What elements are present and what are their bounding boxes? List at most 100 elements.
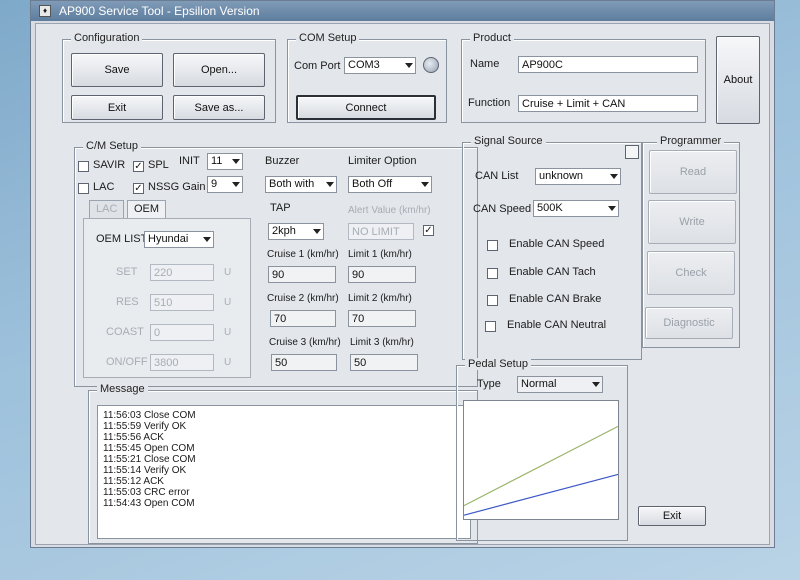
read-button[interactable]: Read (649, 150, 737, 194)
open-button[interactable]: Open... (173, 53, 265, 87)
save-button[interactable]: Save (71, 53, 163, 87)
check-button[interactable]: Check (647, 251, 735, 295)
com-port-label: Com Port (294, 60, 341, 72)
savir-checkbox[interactable] (78, 161, 89, 172)
app-icon[interactable]: ♦ (39, 5, 51, 17)
message-line: 11:54:43 Open COM (103, 498, 195, 509)
message-line: 11:56:03 Close COM (103, 410, 196, 421)
product-name-field[interactable] (518, 56, 698, 73)
message-log[interactable]: 11:56:03 Close COM 11:55:59 Verify OK 11… (97, 405, 471, 539)
com-port-value: COM3 (348, 59, 380, 71)
save-as-button[interactable]: Save as... (173, 95, 265, 120)
app-window: ♦ AP900 Service Tool - Epsilion Version … (30, 0, 775, 548)
buzzer-label: Buzzer (265, 155, 300, 167)
pedal-setup-legend: Pedal Setup (465, 358, 531, 370)
tap-value: 2kph (272, 225, 296, 237)
chevron-down-icon (405, 63, 413, 68)
pedal-type-label: Type (477, 378, 501, 390)
pedal-setup-group: Pedal Setup Type Normal (456, 358, 628, 541)
alert-value-field[interactable] (348, 223, 414, 240)
chevron-down-icon (232, 182, 240, 187)
nssg-gain-select[interactable]: 9 (207, 176, 243, 193)
limit-2-field[interactable] (348, 310, 416, 327)
lac-label: LAC (93, 181, 115, 193)
signal-source-legend: Signal Source (471, 135, 546, 147)
title-bar[interactable]: ♦ AP900 Service Tool - Epsilion Version (31, 1, 774, 21)
oem-list-value: Hyundai (148, 233, 189, 245)
com-setup-legend: COM Setup (296, 32, 360, 44)
pedal-type-value: Normal (521, 378, 557, 390)
enable-can-tach-checkbox[interactable] (487, 268, 498, 279)
limit-1-field[interactable] (348, 266, 416, 283)
product-function-label: Function (468, 97, 511, 109)
limiter-option-value: Both Off (352, 178, 393, 190)
pedal-type-select[interactable]: Normal (517, 376, 603, 393)
cruise-1-label: Cruise 1 (km/hr) (267, 249, 339, 260)
exit-config-button[interactable]: Exit (71, 95, 163, 120)
res-field[interactable] (150, 294, 214, 311)
message-legend: Message (97, 383, 148, 395)
client-area: Configuration Save Open... Exit Save as.… (35, 23, 770, 545)
com-setup-group: COM Setup Com Port COM3 Connect (287, 32, 447, 123)
message-line: 11:55:14 Verify OK (103, 465, 187, 476)
alert-value-label: Alert Value (km/hr) (348, 205, 431, 216)
enable-can-brake-label: Enable CAN Brake (509, 293, 602, 305)
limiter-option-label: Limiter Option (348, 155, 417, 167)
spl-checkbox[interactable]: ✓ (133, 161, 144, 172)
enable-can-speed-checkbox[interactable] (487, 240, 498, 251)
chevron-down-icon (313, 229, 321, 234)
chevron-down-icon (203, 237, 211, 242)
cruise-1-field[interactable] (268, 266, 336, 283)
product-function-field[interactable] (518, 95, 698, 112)
cruise-2-label: Cruise 2 (km/hr) (267, 293, 339, 304)
connect-button[interactable]: Connect (296, 95, 436, 120)
connection-status-indicator (423, 57, 439, 73)
about-button[interactable]: About (716, 36, 760, 124)
init-select[interactable]: 11 (207, 153, 243, 170)
can-speed-select[interactable]: 500K (533, 200, 619, 217)
oem-list-select[interactable]: Hyundai (144, 231, 214, 248)
enable-can-brake-checkbox[interactable] (487, 295, 498, 306)
enable-can-tach-label: Enable CAN Tach (509, 266, 596, 278)
limit-3-label: Limit 3 (km/hr) (350, 337, 414, 348)
buzzer-value: Both with (269, 178, 315, 190)
can-list-label: CAN List (475, 170, 519, 182)
cruise-2-field[interactable] (270, 310, 336, 327)
cruise-3-field[interactable] (271, 354, 337, 371)
limiter-option-select[interactable]: Both Off (348, 176, 432, 193)
signal-source-toggle[interactable] (625, 145, 639, 159)
res-label: RES (116, 296, 139, 308)
tab-oem[interactable]: OEM (127, 200, 167, 220)
nssg-gain-checkbox[interactable]: ✓ (133, 183, 144, 194)
message-line: 11:55:56 ACK (103, 432, 164, 443)
tap-select[interactable]: 2kph (268, 223, 324, 240)
message-line: 11:55:12 ACK (103, 476, 164, 487)
tab-lac[interactable]: LAC (89, 200, 125, 218)
cm-setup-group: C/M Setup SAVIR ✓ SPL INIT 11 LAC ✓ NSSG… (74, 140, 478, 387)
can-list-value: unknown (539, 170, 584, 182)
set-unit: U (224, 267, 232, 278)
diagnostic-button[interactable]: Diagnostic (645, 307, 733, 339)
com-port-select[interactable]: COM3 (344, 57, 416, 74)
programmer-legend: Programmer (657, 135, 725, 147)
buzzer-select[interactable]: Both with (265, 176, 337, 193)
can-speed-value: 500K (537, 202, 563, 214)
lac-checkbox[interactable] (78, 183, 89, 194)
chevron-down-icon (592, 382, 600, 387)
set-field[interactable] (150, 264, 214, 281)
message-line: 11:55:03 CRC error (103, 487, 190, 498)
limit-3-field[interactable] (350, 354, 418, 371)
enable-can-neutral-checkbox[interactable] (485, 321, 496, 332)
nssg-gain-label: NSSG Gain (148, 181, 206, 193)
can-list-select[interactable]: unknown (535, 168, 621, 185)
configuration-legend: Configuration (71, 32, 143, 44)
can-speed-label: CAN Speed (473, 203, 532, 215)
product-legend: Product (470, 32, 514, 44)
alert-value-checkbox[interactable]: ✓ (423, 225, 434, 236)
write-button[interactable]: Write (648, 200, 736, 244)
exit-button[interactable]: Exit (638, 506, 706, 526)
chevron-down-icon (232, 159, 240, 164)
limit-2-label: Limit 2 (km/hr) (348, 293, 412, 304)
coast-field[interactable] (150, 324, 214, 341)
on-off-field[interactable] (150, 354, 214, 371)
